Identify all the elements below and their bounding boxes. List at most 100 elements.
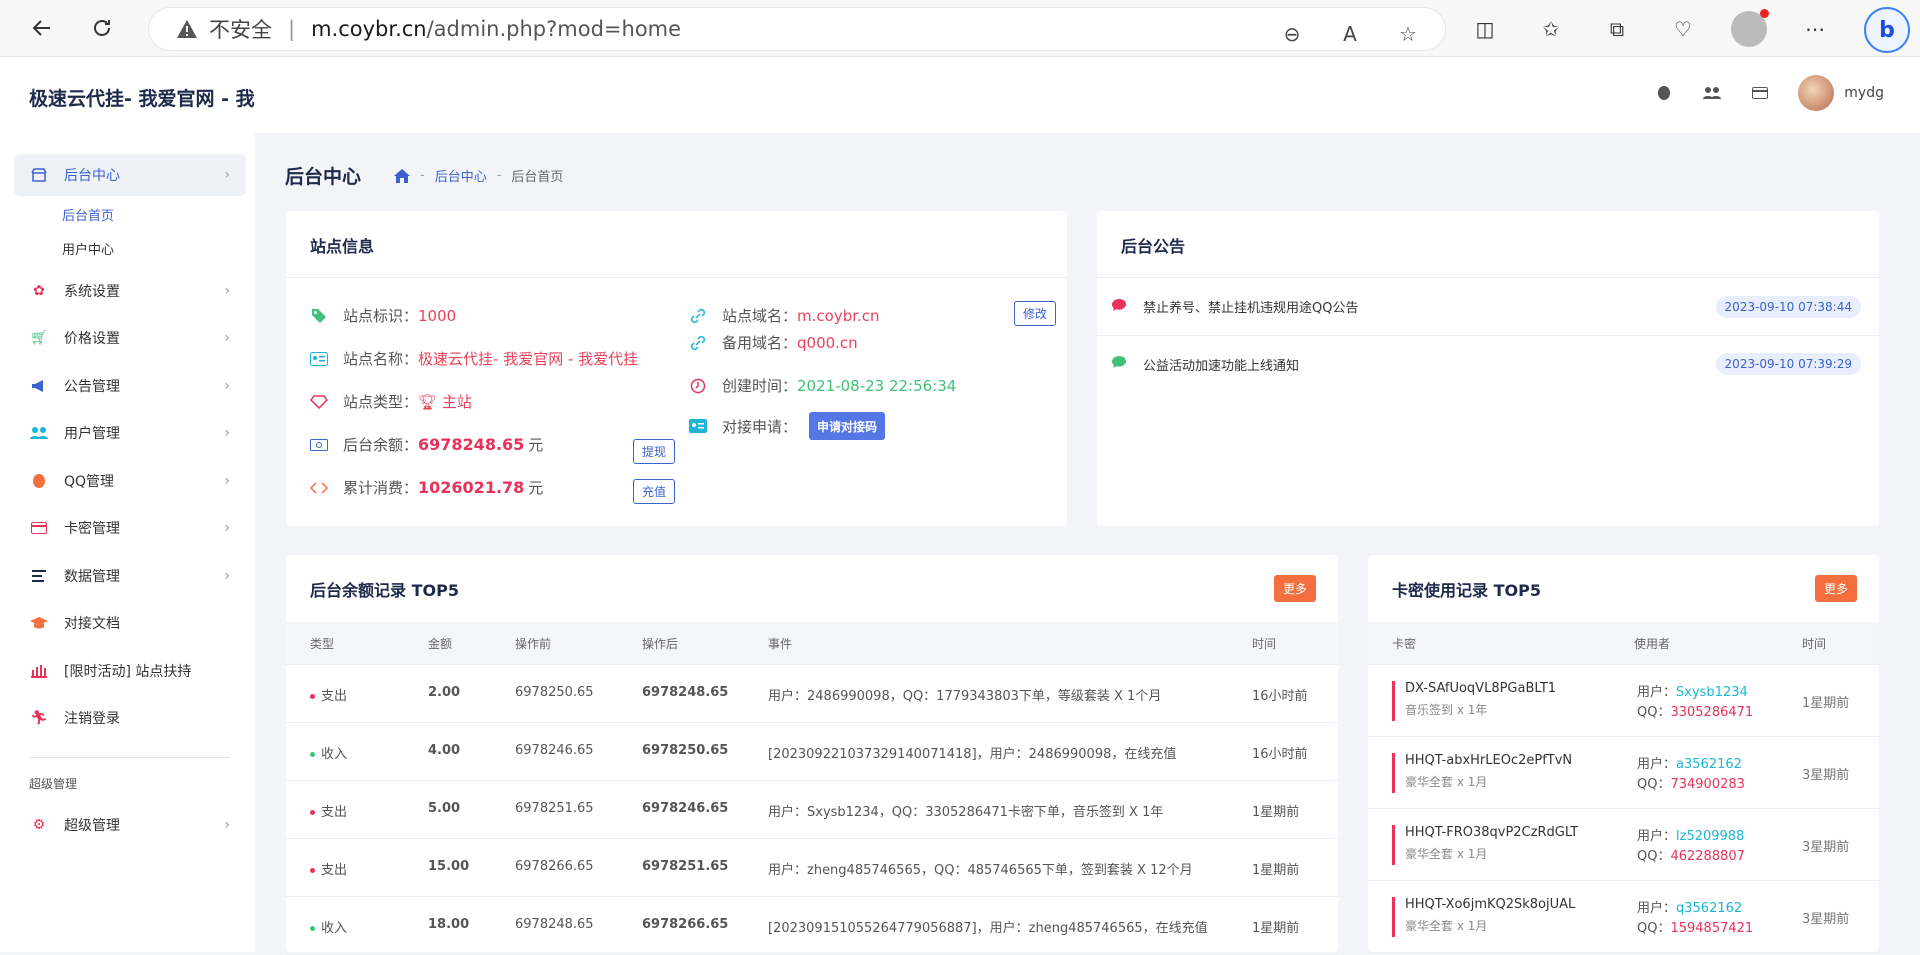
- bing-copilot-icon[interactable]: b: [1864, 7, 1910, 53]
- read-aloud-icon[interactable]: A: [1333, 17, 1367, 51]
- submenu-user-center[interactable]: 用户中心: [62, 239, 114, 258]
- type-cell: 收入: [310, 743, 347, 762]
- back-button[interactable]: [22, 8, 62, 48]
- id-card-icon: [689, 417, 707, 435]
- more-menu-icon[interactable]: ⋯: [1797, 11, 1833, 47]
- recharge-button[interactable]: 充值: [633, 479, 676, 504]
- card-user: 用户：a3562162: [1637, 757, 1742, 772]
- table-row: HHQT-abxHrLEOc2ePfTvN 豪华全套 x 1月 用户：a356216…: [1368, 737, 1879, 809]
- sidebar-item-data-management[interactable]: 数据管理 ›: [14, 555, 246, 597]
- notice-item[interactable]: 禁止养号、禁止挂机违规用途QQ公告 2023-09-10 07:38:44: [1097, 278, 1879, 335]
- after-cell: 6978248.65: [642, 685, 729, 700]
- site-type-row: 站点类型： 🏆︎ 主站: [310, 391, 472, 412]
- domain-row: 站点域名： m.coybr.cn: [689, 305, 880, 326]
- breadcrumb: - 后台中心 - 后台首页: [394, 166, 563, 185]
- chat-icon: [1111, 355, 1129, 373]
- time-cell: 3星期前: [1802, 912, 1850, 927]
- before-cell: 6978248.65: [515, 917, 594, 932]
- refresh-icon: [94, 20, 110, 36]
- status-dot: [310, 810, 315, 815]
- before-cell: 6978251.65: [515, 801, 594, 816]
- split-screen-icon[interactable]: ◫: [1467, 11, 1503, 47]
- card-code: HHQT-Xo6jmKQ2Sk8ojUAL: [1405, 897, 1576, 912]
- type-cell: 支出: [310, 859, 347, 878]
- code-icon: [310, 479, 328, 497]
- type-cell: 支出: [310, 685, 347, 704]
- sidebar-item-super-admin[interactable]: ⚙ 超级管理 ›: [14, 804, 246, 846]
- zoom-out-icon[interactable]: ⊖: [1275, 17, 1309, 51]
- withdraw-button[interactable]: 提现: [633, 439, 676, 464]
- users-icon[interactable]: [1702, 83, 1722, 103]
- sidebar-item-notice-management[interactable]: 公告管理 ›: [14, 365, 246, 407]
- refresh-button[interactable]: [82, 8, 122, 48]
- store-icon: [30, 166, 48, 184]
- card-user: 用户：q3562162: [1637, 901, 1743, 916]
- chevron-right-icon: ›: [224, 568, 230, 584]
- notice-card: 后台公告 禁止养号、禁止挂机违规用途QQ公告 2023-09-10 07:38:…: [1097, 211, 1879, 526]
- status-dot: [310, 694, 315, 699]
- row-accent-bar: [1392, 825, 1395, 865]
- collections-icon[interactable]: ⧉: [1599, 11, 1635, 47]
- url-separator: |: [288, 17, 296, 41]
- amount-cell: 15.00: [428, 859, 470, 874]
- card-icon: [30, 519, 48, 537]
- megaphone-icon: [30, 377, 48, 395]
- graduation-icon: [30, 614, 48, 632]
- time-cell: 3星期前: [1802, 840, 1850, 855]
- time-cell: 1星期前: [1252, 805, 1300, 820]
- favorite-star-icon[interactable]: ☆: [1391, 17, 1425, 51]
- sidebar-item-qq-management[interactable]: QQ管理 ›: [14, 460, 246, 502]
- after-cell: 6978251.65: [642, 859, 729, 874]
- sidebar-item-user-management[interactable]: 用户管理 ›: [14, 412, 246, 454]
- more-button[interactable]: 更多: [1273, 575, 1316, 602]
- sidebar-item-api-docs[interactable]: 对接文档: [14, 602, 246, 644]
- card-icon[interactable]: [1750, 83, 1770, 103]
- sidebar-item-price-settings[interactable]: 🛒︎ 价格设置 ›: [14, 317, 246, 359]
- breadcrumb-current: 后台首页: [511, 170, 564, 185]
- page-title: 后台中心: [285, 166, 362, 188]
- submenu-home[interactable]: 后台首页: [62, 205, 114, 224]
- trophy-icon: 🏆︎: [418, 392, 442, 411]
- favorites-icon[interactable]: ✩: [1533, 11, 1569, 47]
- amount-cell: 4.00: [428, 743, 461, 758]
- after-cell: 6978250.65: [642, 743, 729, 758]
- type-cell: 收入: [310, 917, 347, 936]
- more-button[interactable]: 更多: [1814, 575, 1857, 602]
- qq-penguin-icon[interactable]: [1654, 83, 1674, 103]
- performance-icon[interactable]: ♡: [1665, 11, 1701, 47]
- balance-row: 后台余额： 6978248.65 元: [310, 434, 543, 455]
- event-cell: [20230915105526477905688​7]，用户：zheng4857…: [768, 921, 1208, 936]
- event-cell: 用户：Sxysb1234，QQ：3305286471卡密下单，音乐签到 X 1年: [768, 805, 1164, 820]
- link-icon: [689, 334, 707, 352]
- sidebar-item-site-support[interactable]: [限时活动] 站点扶持: [14, 650, 246, 692]
- card-code: HHQT-abxHrLEOc2ePfTvN: [1405, 753, 1573, 768]
- avatar[interactable]: [1798, 75, 1835, 111]
- home-icon[interactable]: [394, 168, 410, 183]
- sidebar-item-logout[interactable]: 🏃︎ 注销登录: [14, 697, 246, 739]
- address-bar[interactable]: 不安全 | m.coybr.cn /admin.php?mod=home ⊖ A…: [149, 8, 1445, 50]
- penguin-icon: [30, 472, 48, 490]
- event-cell: 用户：2486990098，QQ：1779343803下单，等级套装 X 1个月: [768, 689, 1162, 704]
- username[interactable]: mydg: [1844, 85, 1884, 101]
- chevron-right-icon: ›: [224, 520, 230, 536]
- profile-icon[interactable]: [1731, 9, 1769, 47]
- dock-row: 对接申请： 申请对接码: [689, 412, 886, 440]
- edit-domain-button[interactable]: 修改: [1014, 301, 1057, 326]
- table-row: HHQT-FRO38qvP2CzRdGLT 豪华全套 x 1月 用户：lz52099…: [1368, 809, 1879, 881]
- sidebar: 极速云代挂- 我爱官网 - 我爱代挂 后台中心 › 后台首页 用户中心 ✿ 系统…: [0, 57, 255, 952]
- notice-date-badge: 2023-09-10 07:39:29: [1715, 353, 1861, 375]
- breadcrumb-item[interactable]: 后台中心: [435, 166, 487, 185]
- time-cell: 16小时前: [1252, 747, 1308, 762]
- chevron-right-icon: ›: [224, 167, 230, 183]
- balance-log-card: 后台余额记录 TOP5 更多 类型 金额 操作前 操作后 事件 时间 支出 2.0…: [286, 555, 1338, 955]
- notice-item[interactable]: 公益活动加速功能上线通知 2023-09-10 07:39:29: [1097, 335, 1879, 392]
- notice-date-badge: 2023-09-10 07:38:44: [1715, 295, 1861, 318]
- apply-dock-code-button[interactable]: 申请对接码: [809, 412, 886, 440]
- sidebar-item-system-settings[interactable]: ✿ 系统设置 ›: [14, 270, 246, 312]
- before-cell: 6978266.65: [515, 859, 594, 874]
- sidebar-item-dashboard[interactable]: 后台中心 ›: [14, 154, 246, 196]
- insecure-label: 不安全: [209, 18, 272, 42]
- sidebar-item-card-management[interactable]: 卡密管理 ›: [14, 507, 246, 549]
- card-user: 用户：lz5209988: [1637, 829, 1745, 844]
- users-icon: [30, 424, 48, 442]
